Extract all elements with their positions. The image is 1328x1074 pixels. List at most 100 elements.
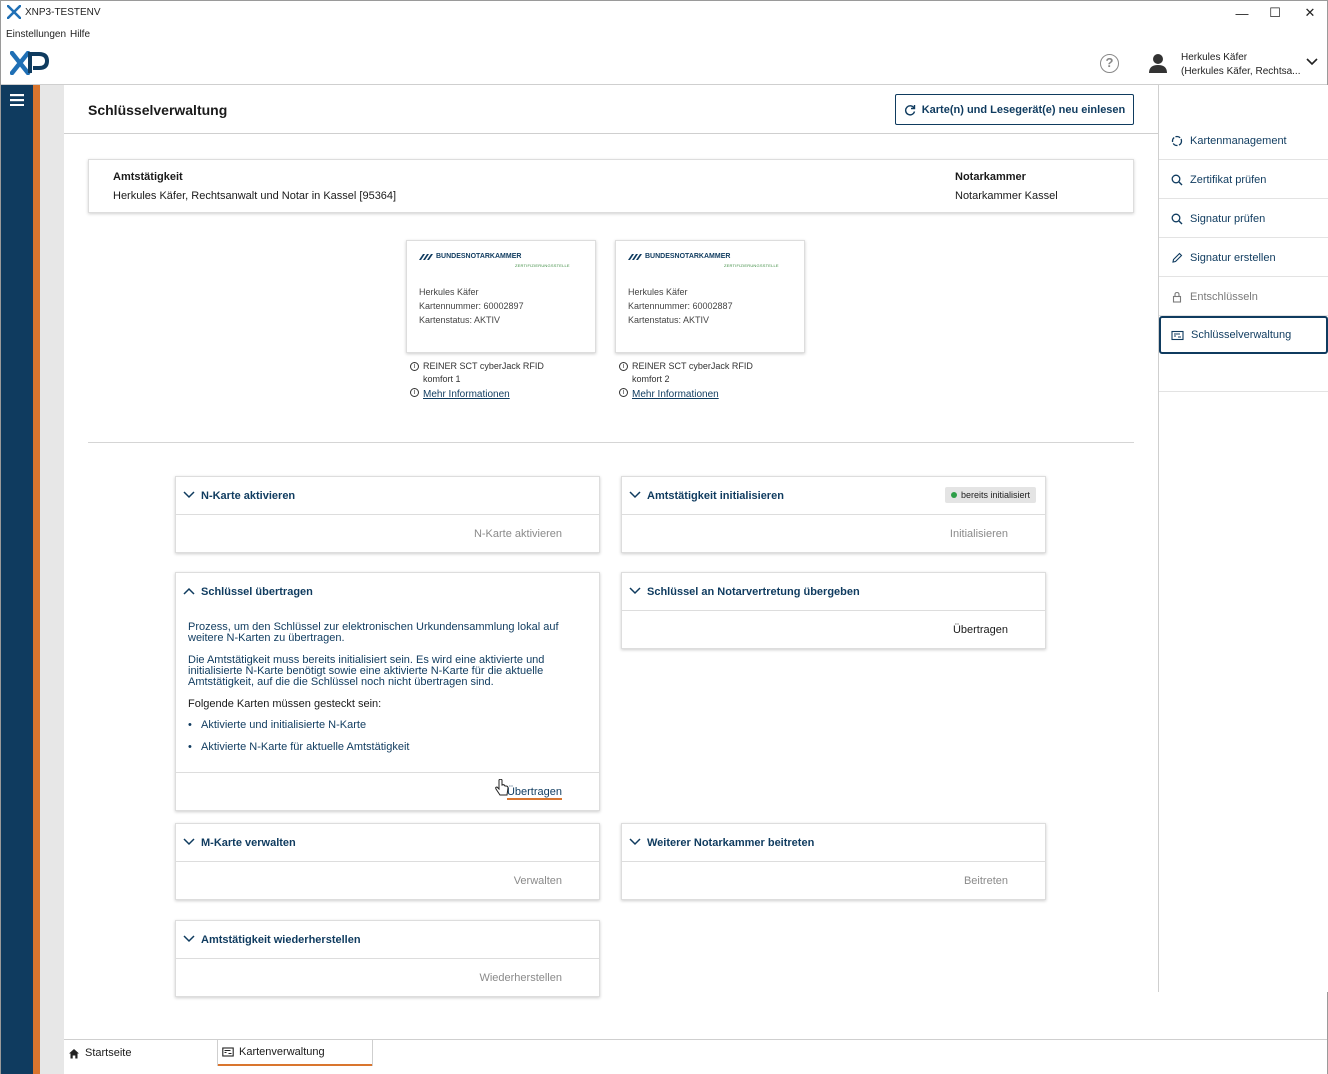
pencil-icon: [1172, 252, 1183, 263]
sidebar-item-kartenmanagement[interactable]: Kartenmanagement: [1159, 122, 1328, 160]
minimize-button[interactable]: —: [1225, 1, 1259, 25]
card-brand-sub: ZERTIFIZIERUNGSSTELLE: [515, 263, 570, 268]
office-info-card: Amtstätigkeit Herkules Käfer, Rechtsanwa…: [88, 159, 1134, 213]
user-info[interactable]: Herkules Käfer (Herkules Käfer, Rechtsa.…: [1181, 51, 1301, 79]
sidebar-item-signatur-erstellen[interactable]: Signatur erstellen: [1159, 239, 1328, 277]
panel-header[interactable]: M-Karte verwalten: [176, 824, 599, 862]
activate-n-card-button[interactable]: N-Karte aktivieren: [474, 528, 562, 540]
panel-title: Schlüssel übertragen: [201, 586, 313, 598]
list-item: Aktivierte N-Karte für aktuelle Amtstäti…: [188, 742, 587, 754]
panel-notarkammer-beitreten: Weiterer Notarkammer beitreten Beitreten: [621, 823, 1046, 900]
transfer-description: Prozess, um den Schlüssel zur elektronis…: [188, 621, 559, 644]
panel-notarvertretung: Schlüssel an Notarvertretung übergeben Ü…: [621, 572, 1046, 649]
sidebar-item-label: Kartenmanagement: [1190, 134, 1287, 147]
panel-header[interactable]: Schlüssel an Notarvertretung übergeben: [622, 573, 1045, 611]
hand-cursor-icon: [495, 779, 509, 796]
panel-footer: Beitreten: [622, 862, 1045, 899]
menu-einstellungen[interactable]: Einstellungen: [6, 29, 66, 40]
transfer-key-button[interactable]: Übertragen: [506, 786, 562, 800]
panel-n-karte-aktivieren: N-Karte aktivieren N-Karte aktivieren: [175, 476, 600, 553]
panel-title: Amtstätigkeit initialisieren: [647, 490, 784, 502]
panel-header[interactable]: Amtstätigkeit initialisieren bereits ini…: [622, 477, 1045, 515]
sidebar-item-entschluesseln[interactable]: Entschlüsseln: [1159, 278, 1328, 316]
bnotk-logo-icon: [419, 253, 433, 260]
reader-name: REINER SCT cyberJack RFID: [632, 361, 753, 371]
card-brand: BUNDESNOTARKAMMER: [628, 253, 730, 260]
user-icon[interactable]: [1147, 52, 1169, 74]
sidebar-item-zertifikat-pruefen[interactable]: Zertifikat prüfen: [1159, 161, 1328, 199]
sidebar-item-signatur-pruefen[interactable]: Signatur prüfen: [1159, 200, 1328, 238]
transfer-requirements: Die Amtstätigkeit muss bereits initialis…: [188, 654, 545, 688]
list-item: Aktivierte und initialisierte N-Karte: [188, 720, 587, 732]
sidebar-item-label: Entschlüsseln: [1190, 290, 1258, 303]
n-card-1[interactable]: BUNDESNOTARKAMMER ZERTIFIZIERUNGSSTELLE …: [406, 240, 596, 353]
chevron-down-icon: [183, 838, 195, 846]
app-x-logo-icon: [7, 5, 21, 19]
reader-model: komfort 2: [632, 374, 670, 384]
panel-footer: Übertragen: [622, 611, 1045, 648]
tab-kartenverwaltung[interactable]: Kartenverwaltung: [218, 1040, 372, 1066]
panel-title: N-Karte aktivieren: [201, 490, 296, 502]
chamber-label: Notarkammer: [955, 171, 1026, 183]
search-icon: [1171, 213, 1183, 224]
chevron-down-icon: [183, 935, 195, 943]
window-title: XNP3-TESTENV: [25, 7, 101, 18]
sidebar-item-label: Signatur erstellen: [1190, 251, 1276, 264]
more-info-link[interactable]: Mehr Informationen: [632, 388, 719, 401]
more-info-link[interactable]: Mehr Informationen: [423, 388, 510, 401]
handover-key-button[interactable]: Übertragen: [953, 624, 1008, 636]
card-brand-name: BUNDESNOTARKAMMER: [645, 253, 731, 260]
panel-title: Schlüssel an Notarvertretung übergeben: [647, 586, 860, 598]
restore-button[interactable]: Wiederherstellen: [479, 972, 562, 984]
chevron-down-icon: [629, 838, 641, 846]
reload-cards-label: Karte(n) und Lesegerät(e) neu einlesen: [921, 103, 1126, 116]
sidebar-item-label: Signatur prüfen: [1190, 212, 1266, 225]
close-button[interactable]: ✕: [1293, 1, 1327, 25]
info-icon: i: [619, 362, 628, 371]
panel-m-karte-verwalten: M-Karte verwalten Verwalten: [175, 823, 600, 900]
panel-title: Weiterer Notarkammer beitreten: [647, 837, 815, 849]
chevron-down-icon[interactable]: [1306, 58, 1318, 66]
panel-header[interactable]: Weiterer Notarkammer beitreten: [622, 824, 1045, 862]
help-icon[interactable]: ?: [1100, 54, 1119, 73]
panel-footer: Verwalten: [176, 862, 599, 899]
search-icon: [1171, 174, 1183, 185]
app-header: ? Herkules Käfer (Herkules Käfer, Rechts…: [1, 43, 1327, 85]
sidebar-item-label: Schlüsselverwaltung: [1191, 329, 1292, 341]
join-chamber-button[interactable]: Beitreten: [964, 875, 1008, 887]
card-brand: BUNDESNOTARKAMMER: [419, 253, 521, 260]
panel-header[interactable]: N-Karte aktivieren: [176, 477, 599, 515]
refresh-icon: [904, 104, 915, 115]
main-content: Schlüsselverwaltung Karte(n) und Leseger…: [64, 85, 1158, 1039]
lock-icon: [1172, 291, 1182, 303]
reload-cards-button[interactable]: Karte(n) und Lesegerät(e) neu einlesen: [895, 94, 1134, 125]
tab-separator: [372, 1040, 373, 1066]
card-status: Kartenstatus: AKTIV: [419, 315, 501, 325]
card-reader-2: i REINER SCT cyberJack RFID komfort 2 i …: [619, 360, 799, 401]
left-nav-bar: [1, 85, 33, 1074]
status-badge-label: bereits initialisiert: [960, 490, 1030, 500]
status-badge: bereits initialisiert: [944, 487, 1036, 503]
chamber-value: Notarkammer Kassel: [955, 190, 1058, 202]
card-number: Kartennummer: 60002887: [628, 301, 733, 311]
panel-header[interactable]: Schlüssel übertragen: [176, 573, 599, 611]
initialize-button[interactable]: Initialisieren: [950, 528, 1008, 540]
menu-hilfe[interactable]: Hilfe: [70, 29, 90, 40]
maximize-button[interactable]: ☐: [1258, 1, 1292, 25]
card-brand-name: BUNDESNOTARKAMMER: [436, 253, 522, 260]
section-divider: [88, 442, 1134, 443]
panel-header[interactable]: Amtstätigkeit wiederherstellen: [176, 921, 599, 959]
manage-m-card-button[interactable]: Verwalten: [514, 875, 562, 887]
hamburger-menu-icon[interactable]: [10, 94, 24, 106]
bnotk-logo-icon: [628, 253, 642, 260]
sidebar-item-schluesselverwaltung[interactable]: Schlüsselverwaltung: [1159, 316, 1328, 354]
right-sidebar: Kartenmanagement Zertifikat prüfen Signa…: [1158, 85, 1328, 992]
application-window: XNP3-TESTENV — ☐ ✕ Einstellungen Hilfe ?…: [0, 0, 1328, 1074]
info-icon: i: [410, 362, 419, 371]
info-icon: i: [619, 388, 628, 397]
chevron-down-icon: [183, 491, 195, 499]
tab-label: Kartenverwaltung: [239, 1046, 325, 1058]
tab-startseite[interactable]: Startseite: [64, 1040, 217, 1066]
reader-name: REINER SCT cyberJack RFID: [423, 361, 544, 371]
n-card-2[interactable]: BUNDESNOTARKAMMER ZERTIFIZIERUNGSSTELLE …: [615, 240, 805, 353]
